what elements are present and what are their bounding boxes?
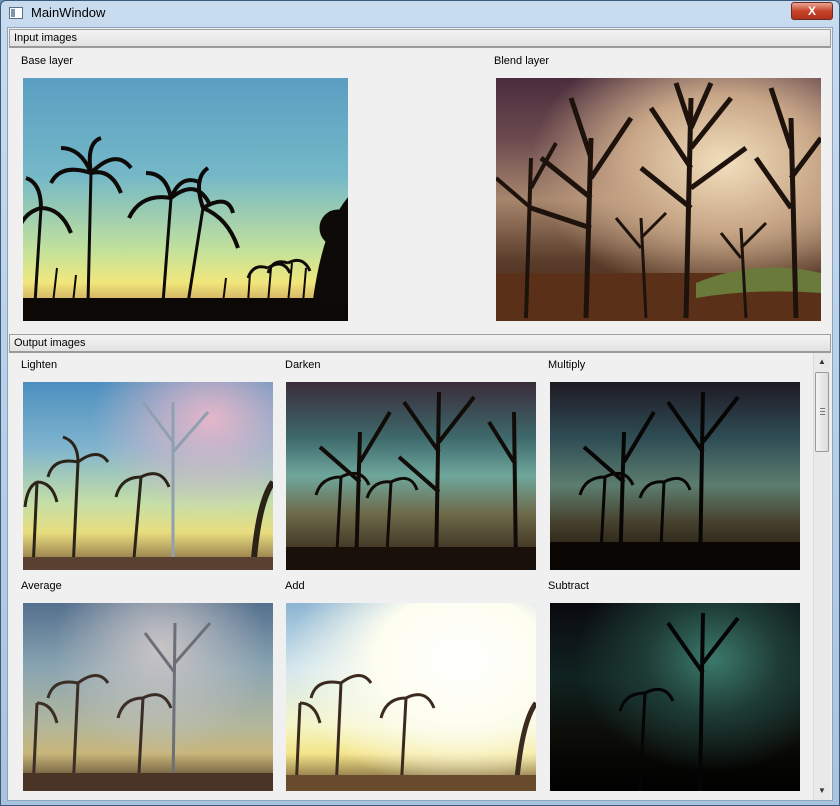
grip-icon [820, 408, 825, 415]
window-title: MainWindow [31, 5, 106, 20]
output-scroll-area[interactable]: Lighten Darken Multiply Average Add Subt… [9, 353, 831, 800]
base-layer-image [23, 78, 348, 321]
output-label-average: Average [21, 580, 62, 592]
output-label-add: Add [285, 580, 305, 592]
close-button[interactable]: X [791, 2, 833, 20]
input-images-header: Input images [9, 29, 831, 48]
output-image-average [23, 603, 273, 791]
output-label-lighten: Lighten [21, 359, 58, 371]
scroll-down-arrow-icon[interactable]: ▼ [814, 783, 830, 799]
output-image-add [286, 603, 536, 791]
client-area: Input images Base layer Blend layer Outp… [7, 27, 833, 801]
main-window: MainWindow X Input images Base layer Ble… [0, 0, 840, 806]
bare-trees-graphic [496, 81, 821, 321]
blend-layer-image [496, 78, 821, 321]
scroll-up-arrow-icon[interactable]: ▲ [814, 354, 830, 370]
output-image-darken [286, 382, 536, 570]
palm-silhouette-graphic [23, 136, 348, 321]
output-image-lighten [23, 382, 273, 570]
title-bar[interactable]: MainWindow X [1, 1, 839, 25]
blend-layer-label: Blend layer [494, 55, 550, 67]
output-label-multiply: Multiply [548, 359, 586, 371]
output-image-subtract [550, 603, 800, 791]
scroll-thumb[interactable] [815, 372, 829, 452]
vertical-scrollbar[interactable]: ▲ ▼ [813, 353, 830, 800]
base-layer-label: Base layer [21, 55, 73, 67]
app-icon [9, 7, 23, 19]
output-images-header: Output images [9, 334, 831, 353]
output-image-multiply [550, 382, 800, 570]
output-label-subtract: Subtract [548, 580, 589, 592]
output-label-darken: Darken [285, 359, 321, 371]
